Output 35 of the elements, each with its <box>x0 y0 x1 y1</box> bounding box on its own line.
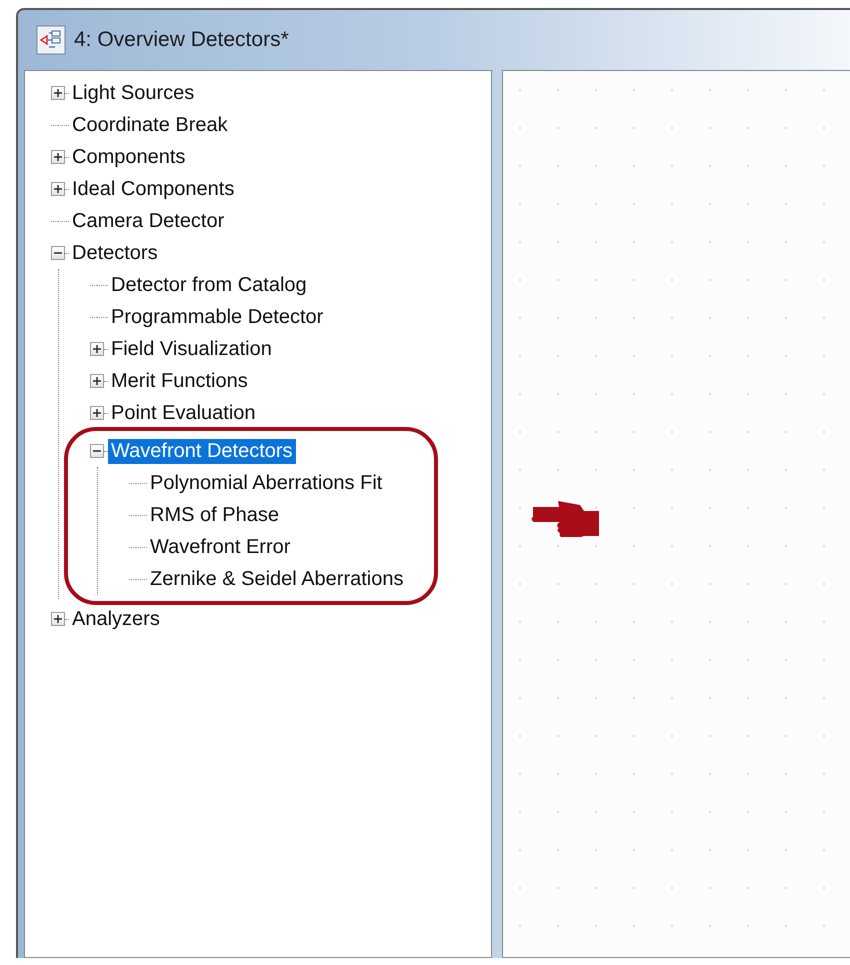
plus-icon <box>53 152 63 162</box>
collapse-button[interactable] <box>51 246 65 260</box>
expand-button[interactable] <box>90 342 104 356</box>
plus-icon <box>92 376 102 386</box>
tree-item[interactable]: Camera Detector <box>69 208 228 234</box>
tree-item[interactable]: Components <box>69 144 188 170</box>
expand-button[interactable] <box>90 374 104 388</box>
plus-icon <box>92 344 102 354</box>
window-title: 4: Overview Detectors* <box>74 28 289 52</box>
tree-item[interactable]: Zernike & Seidel Aberrations <box>147 566 406 592</box>
collapse-button[interactable] <box>90 444 104 458</box>
tree-item[interactable]: Light Sources <box>69 80 198 106</box>
tree-item[interactable]: Point Evaluation <box>108 400 259 426</box>
expand-button[interactable] <box>51 612 65 626</box>
tree-item[interactable]: Wavefront Detectors <box>108 438 296 464</box>
tree-item[interactable]: Ideal Components <box>69 176 238 202</box>
tree-item[interactable]: Wavefront Error <box>147 534 294 560</box>
plus-icon <box>53 184 63 194</box>
tree-item[interactable]: Polynomial Aberrations Fit <box>147 470 386 496</box>
expand-button[interactable] <box>51 86 65 100</box>
expand-button[interactable] <box>90 406 104 420</box>
tree-item[interactable]: Detector from Catalog <box>108 272 310 298</box>
tree-item[interactable]: RMS of Phase <box>147 502 282 528</box>
tree-item[interactable]: Analyzers <box>69 606 163 632</box>
tree-item[interactable]: Programmable Detector <box>108 304 326 330</box>
tree-item[interactable]: Detectors <box>69 240 161 266</box>
expand-button[interactable] <box>51 182 65 196</box>
plus-icon <box>92 408 102 418</box>
expand-button[interactable] <box>51 150 65 164</box>
plus-icon <box>53 614 63 624</box>
tree-item[interactable]: Coordinate Break <box>69 112 231 138</box>
app-icon <box>36 25 66 55</box>
tree-item[interactable]: Merit Functions <box>108 368 251 394</box>
plus-icon <box>53 88 63 98</box>
tree-item[interactable]: Field Visualization <box>108 336 275 362</box>
